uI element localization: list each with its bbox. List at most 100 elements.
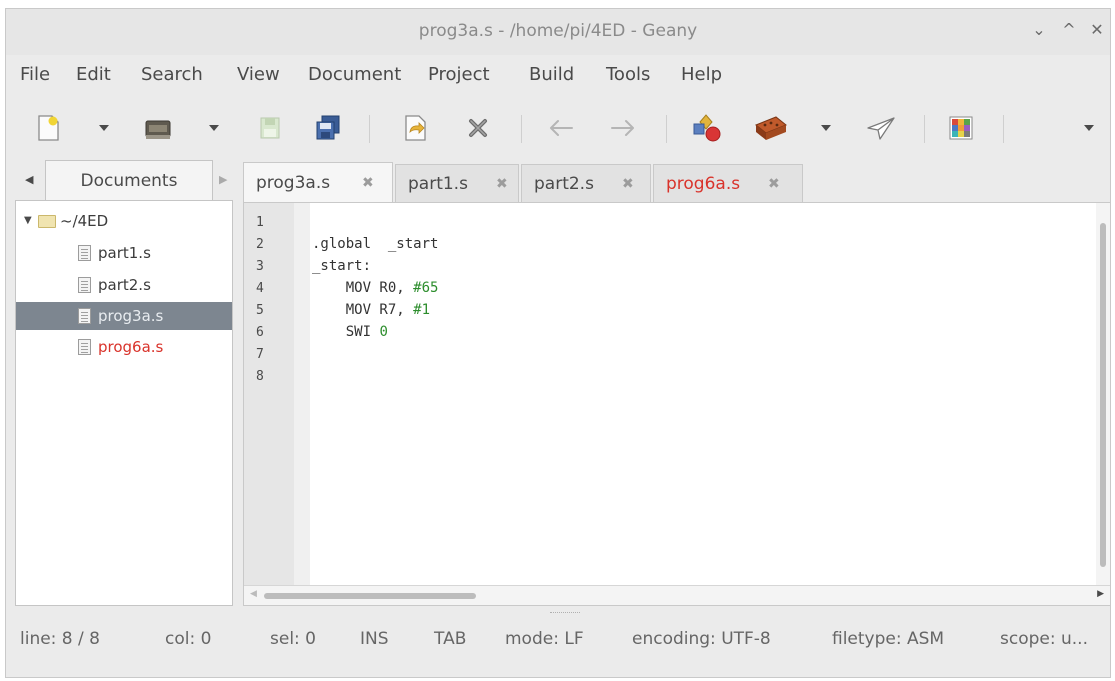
scroll-left-icon[interactable]: ◀ xyxy=(250,589,257,599)
save-icon[interactable] xyxy=(254,111,286,145)
sidebar-tabs: ◀ Documents ▶ xyxy=(15,160,233,200)
line-number: 1 xyxy=(256,215,264,230)
navigate-back-icon[interactable] xyxy=(544,111,578,145)
scrollbar-thumb[interactable] xyxy=(1100,223,1106,567)
file-icon xyxy=(78,245,91,261)
revert-icon[interactable] xyxy=(398,111,432,145)
status-scope: scope: u... xyxy=(1000,629,1088,649)
menu-tools[interactable]: Tools xyxy=(606,64,650,85)
tab-documents[interactable]: Documents xyxy=(45,160,213,200)
tab-prog3a[interactable]: prog3a.s ✖ xyxy=(243,162,393,202)
code-line: MOV R7, #1 xyxy=(312,302,431,318)
title-bar[interactable]: prog3a.s - /home/pi/4ED - Geany ⌄ ^ ✕ xyxy=(6,9,1110,55)
save-all-icon[interactable] xyxy=(311,111,345,145)
sidebar: ◀ Documents ▶ ▼ ~/4ED part1.s part2.s pr… xyxy=(15,160,233,606)
menu-help[interactable]: Help xyxy=(681,64,722,85)
list-item-selected[interactable]: prog3a.s xyxy=(16,302,232,330)
pane-resize-grip[interactable] xyxy=(550,612,580,614)
code-editor[interactable]: 1 2 3 4 5 6 7 8 .global _start _start: M… xyxy=(243,202,1111,606)
close-tab-icon[interactable]: ✖ xyxy=(362,163,374,203)
close-tab-icon[interactable]: ✖ xyxy=(496,165,508,203)
line-number: 8 xyxy=(256,369,264,384)
open-file-icon[interactable] xyxy=(141,111,175,145)
horizontal-scrollbar[interactable]: ◀ ▶ xyxy=(244,585,1110,605)
menu-search[interactable]: Search xyxy=(141,64,203,85)
menu-project[interactable]: Project xyxy=(428,64,490,85)
file-label-modified: prog6a.s xyxy=(98,338,164,356)
compile-icon[interactable] xyxy=(689,111,727,145)
menu-file[interactable]: File xyxy=(20,64,50,85)
code-line: SWI 0 xyxy=(312,324,388,340)
toolbar-separator xyxy=(521,115,522,143)
new-file-dropdown-icon[interactable] xyxy=(96,111,112,145)
file-label: prog3a.s xyxy=(98,307,164,325)
scroll-right-icon[interactable]: ▶ xyxy=(1097,589,1104,599)
file-icon xyxy=(78,308,91,324)
tab-label: part1.s xyxy=(408,174,468,194)
status-encoding: encoding: UTF-8 xyxy=(632,629,771,649)
run-icon[interactable] xyxy=(861,111,901,145)
status-mode: mode: LF xyxy=(505,629,584,649)
line-number: 6 xyxy=(256,325,264,340)
status-sel: sel: 0 xyxy=(270,629,316,649)
status-col: col: 0 xyxy=(165,629,212,649)
close-tab-icon[interactable]: ✖ xyxy=(768,165,780,203)
code-line: .global _start xyxy=(312,236,439,252)
status-tab: TAB xyxy=(434,629,467,649)
file-icon xyxy=(78,339,91,355)
tab-prog6a[interactable]: prog6a.s ✖ xyxy=(653,164,803,202)
sidebar-next-tab-icon[interactable]: ▶ xyxy=(219,173,227,186)
documents-tree: ▼ ~/4ED part1.s part2.s prog3a.s prog6a.… xyxy=(15,200,233,606)
build-dropdown-icon[interactable] xyxy=(818,111,834,145)
file-icon xyxy=(78,277,91,293)
editor-tabs: prog3a.s ✖ part1.s ✖ part2.s ✖ prog6a.s … xyxy=(243,160,1103,202)
list-item[interactable]: prog6a.s xyxy=(16,333,232,361)
close-file-icon[interactable] xyxy=(461,111,495,145)
status-bar: line: 8 / 8 col: 0 sel: 0 INS TAB mode: … xyxy=(0,620,1115,660)
code-line: MOV R0, #65 xyxy=(312,280,439,296)
color-chooser-icon[interactable] xyxy=(944,111,978,145)
build-icon[interactable] xyxy=(751,111,791,145)
toolbar-separator xyxy=(1003,115,1004,143)
toolbar xyxy=(6,103,1110,153)
tab-part2[interactable]: part2.s ✖ xyxy=(521,164,651,202)
tree-folder[interactable]: ▼ ~/4ED xyxy=(16,207,232,235)
line-number: 5 xyxy=(256,303,264,318)
line-number-gutter: 1 2 3 4 5 6 7 8 xyxy=(244,203,294,586)
menu-build[interactable]: Build xyxy=(529,64,574,85)
open-file-dropdown-icon[interactable] xyxy=(206,111,222,145)
folder-icon xyxy=(38,215,56,228)
status-filetype: filetype: ASM xyxy=(832,629,945,649)
maximize-button[interactable]: ^ xyxy=(1058,19,1080,41)
fold-margin[interactable] xyxy=(294,203,310,586)
toolbar-overflow-icon[interactable] xyxy=(1081,111,1097,145)
line-number: 3 xyxy=(256,259,264,274)
menu-edit[interactable]: Edit xyxy=(76,64,111,85)
scrollbar-thumb[interactable] xyxy=(264,593,476,599)
navigate-forward-icon[interactable] xyxy=(606,111,640,145)
menu-document[interactable]: Document xyxy=(308,64,401,85)
new-file-icon[interactable] xyxy=(31,111,65,145)
toolbar-separator xyxy=(666,115,667,143)
list-item[interactable]: part2.s xyxy=(16,271,232,299)
list-item[interactable]: part1.s xyxy=(16,239,232,267)
close-window-button[interactable]: ✕ xyxy=(1086,19,1108,41)
menu-view[interactable]: View xyxy=(237,64,280,85)
sidebar-prev-tab-icon[interactable]: ◀ xyxy=(25,173,33,186)
file-label: part2.s xyxy=(98,276,151,294)
line-number: 7 xyxy=(256,347,264,362)
folder-label: ~/4ED xyxy=(60,212,109,230)
menu-bar: File Edit Search View Document Project B… xyxy=(6,61,1110,91)
tab-label: part2.s xyxy=(534,174,594,194)
tab-part1[interactable]: part1.s ✖ xyxy=(395,164,519,202)
vertical-scrollbar[interactable] xyxy=(1096,203,1110,586)
status-line: line: 8 / 8 xyxy=(20,629,100,649)
line-number: 2 xyxy=(256,237,264,252)
line-number: 4 xyxy=(256,281,264,296)
code-line: _start: xyxy=(312,258,372,274)
minimize-button[interactable]: ⌄ xyxy=(1028,19,1050,41)
window-title: prog3a.s - /home/pi/4ED - Geany xyxy=(418,21,698,41)
close-tab-icon[interactable]: ✖ xyxy=(622,165,634,203)
expand-arrow-icon[interactable]: ▼ xyxy=(24,207,32,235)
toolbar-separator xyxy=(369,115,370,143)
